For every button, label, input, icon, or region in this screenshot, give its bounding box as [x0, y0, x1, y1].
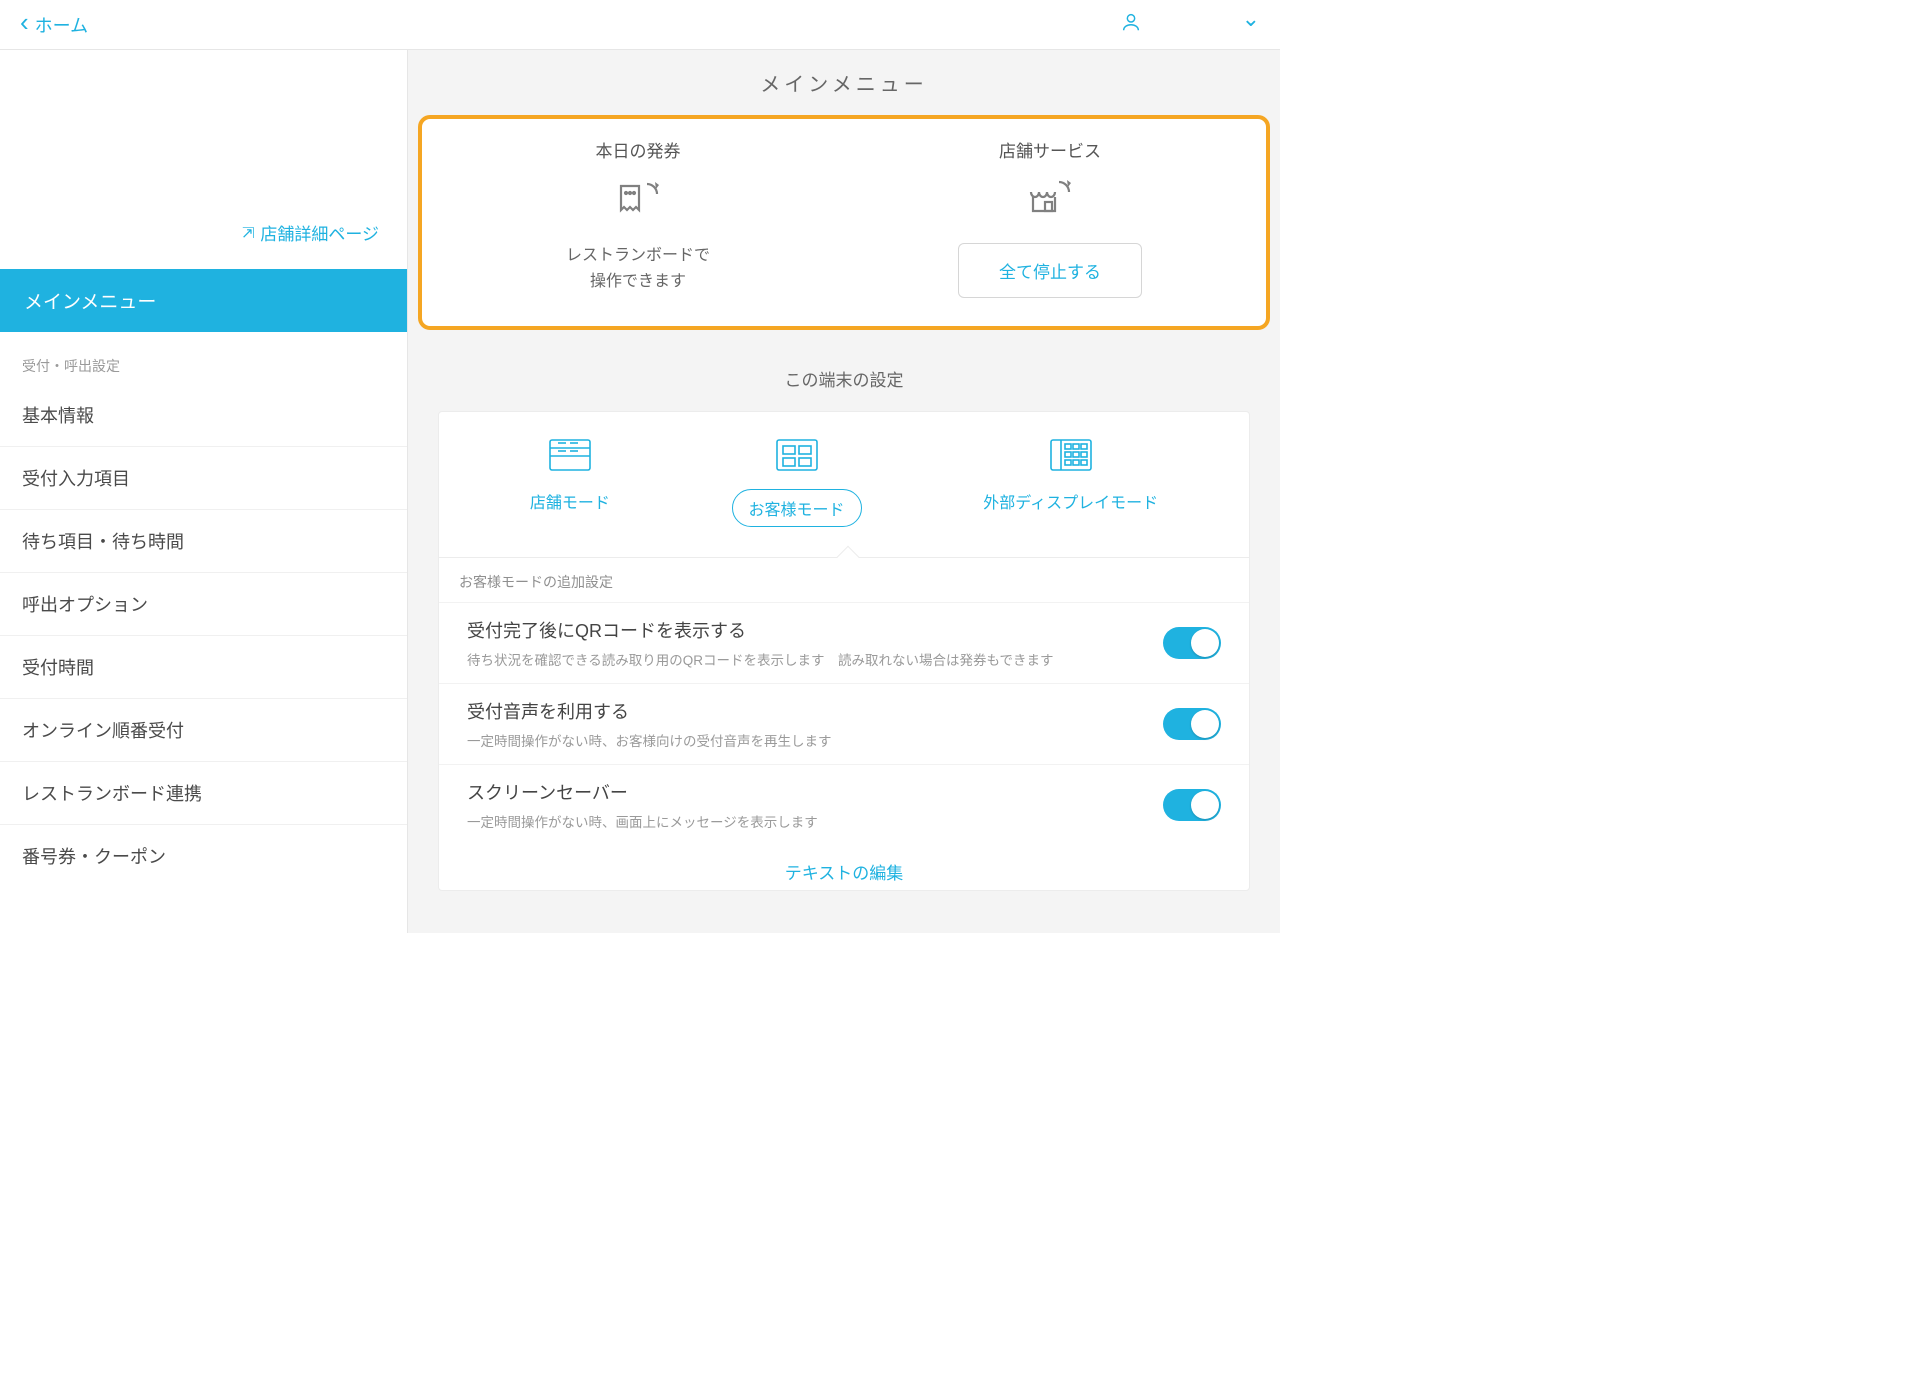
mode-customer-label: お客様モード [732, 489, 862, 527]
setting-row-qr: 受付完了後にQRコードを表示する 待ち状況を確認できる読み取り用のQRコードを表… [439, 602, 1249, 683]
device-card: 店舗モード お客様モード [438, 411, 1250, 891]
store-refresh-icon [1025, 178, 1075, 227]
sidebar-spacer [0, 50, 407, 220]
toggle-knob [1191, 629, 1219, 657]
device-settings-title: この端末の設定 [408, 330, 1280, 411]
main-panel: メインメニュー 本日の発券 レストランボードで [408, 50, 1280, 933]
store-service-title: 店舗サービス [999, 137, 1101, 162]
todays-tickets-title: 本日の発券 [595, 137, 680, 162]
sidebar-item-label: 番号券・クーポン [22, 847, 166, 867]
sidebar-item-label: 受付入力項目 [22, 469, 130, 489]
sidebar-item-input-fields[interactable]: 受付入力項目 [0, 447, 407, 510]
edit-text-link[interactable]: テキストの編集 [439, 845, 1249, 890]
sidebar-item-label: 呼出オプション [22, 595, 148, 615]
setting-title: 受付完了後にQRコードを表示する [467, 617, 1053, 643]
todays-tickets-block: 本日の発券 レストランボードで 操作できます [440, 137, 836, 298]
store-service-block: 店舗サービス 全て停止する [852, 137, 1248, 298]
highlight-card: 本日の発券 レストランボードで 操作できます [418, 115, 1270, 330]
sidebar-active-label: メインメニュー [24, 292, 156, 313]
sidebar-item-label: 待ち項目・待ち時間 [22, 532, 184, 552]
chevron-down-icon[interactable] [1242, 12, 1260, 38]
back-button[interactable]: ホーム [20, 11, 88, 38]
note-line2: 操作できます [590, 273, 686, 290]
sidebar-item-label: 基本情報 [22, 406, 94, 426]
mode-customer[interactable]: お客様モード [732, 438, 862, 527]
customer-mode-icon [775, 438, 819, 477]
external-display-mode-icon [1049, 438, 1093, 477]
store-detail-link[interactable]: 店舗詳細ページ [0, 220, 407, 269]
toggle-knob [1191, 710, 1219, 738]
user-icon[interactable] [1120, 11, 1142, 38]
toggle-qr[interactable] [1163, 627, 1221, 659]
setting-text: 受付音声を利用する 一定時間操作がない時、お客様向けの受付音声を再生します [467, 698, 832, 750]
setting-desc: 一定時間操作がない時、画面上にメッセージを表示します [467, 811, 818, 831]
toggle-screensaver[interactable] [1163, 789, 1221, 821]
sidebar-item-wait-time[interactable]: 待ち項目・待ち時間 [0, 510, 407, 573]
sidebar-item-call-options[interactable]: 呼出オプション [0, 573, 407, 636]
mode-store-label: 店舗モード [530, 489, 610, 513]
setting-row-screensaver: スクリーンセーバー 一定時間操作がない時、画面上にメッセージを表示します [439, 764, 1249, 845]
mode-external-display[interactable]: 外部ディスプレイモード [983, 438, 1158, 527]
mode-row: 店舗モード お客様モード [439, 412, 1249, 557]
setting-text: スクリーンセーバー 一定時間操作がない時、画面上にメッセージを表示します [467, 779, 818, 831]
chevron-left-icon [20, 11, 29, 38]
topbar: ホーム [0, 0, 1280, 50]
sidebar: 店舗詳細ページ メインメニュー 受付・呼出設定 基本情報 受付入力項目 待ち項目… [0, 50, 408, 933]
setting-desc: 一定時間操作がない時、お客様向けの受付音声を再生します [467, 730, 832, 750]
sidebar-item-restaurant-board[interactable]: レストランボード連携 [0, 762, 407, 825]
sidebar-item-ticket-coupon[interactable]: 番号券・クーポン [0, 825, 407, 887]
sidebar-item-label: 受付時間 [22, 658, 94, 678]
sidebar-item-basic-info[interactable]: 基本情報 [0, 384, 407, 447]
store-link-label: 店舗詳細ページ [260, 220, 379, 245]
sidebar-item-label: レストランボード連携 [22, 784, 202, 804]
mode-store[interactable]: 店舗モード [530, 438, 610, 527]
settings-subheader-label: お客様モードの追加設定 [459, 574, 613, 590]
sidebar-section-label: 受付・呼出設定 [0, 332, 407, 384]
settings-subheader: お客様モードの追加設定 [439, 557, 1249, 602]
mode-external-label: 外部ディスプレイモード [983, 489, 1158, 513]
receipt-refresh-icon [613, 178, 663, 227]
setting-text: 受付完了後にQRコードを表示する 待ち状況を確認できる読み取り用のQRコードを表… [467, 617, 1053, 669]
sidebar-item-online-queue[interactable]: オンライン順番受付 [0, 699, 407, 762]
toggle-audio[interactable] [1163, 708, 1221, 740]
setting-row-audio: 受付音声を利用する 一定時間操作がない時、お客様向けの受付音声を再生します [439, 683, 1249, 764]
topbar-right [1120, 11, 1260, 38]
sidebar-item-reception-time[interactable]: 受付時間 [0, 636, 407, 699]
setting-desc: 待ち状況を確認できる読み取り用のQRコードを表示します 読み取れない場合は発券も… [467, 649, 1053, 669]
todays-tickets-note: レストランボードで 操作できます [566, 243, 710, 294]
sidebar-item-label: オンライン順番受付 [22, 721, 184, 741]
stop-all-button[interactable]: 全て停止する [958, 243, 1142, 298]
back-label: ホーム [35, 12, 88, 38]
setting-title: 受付音声を利用する [467, 698, 832, 724]
store-mode-icon [548, 438, 592, 477]
external-link-icon [242, 223, 255, 243]
main-title: メインメニュー [408, 50, 1280, 115]
setting-title: スクリーンセーバー [467, 779, 818, 805]
note-line1: レストランボードで [566, 247, 710, 264]
sidebar-item-main-menu[interactable]: メインメニュー [0, 269, 407, 332]
toggle-knob [1191, 791, 1219, 819]
